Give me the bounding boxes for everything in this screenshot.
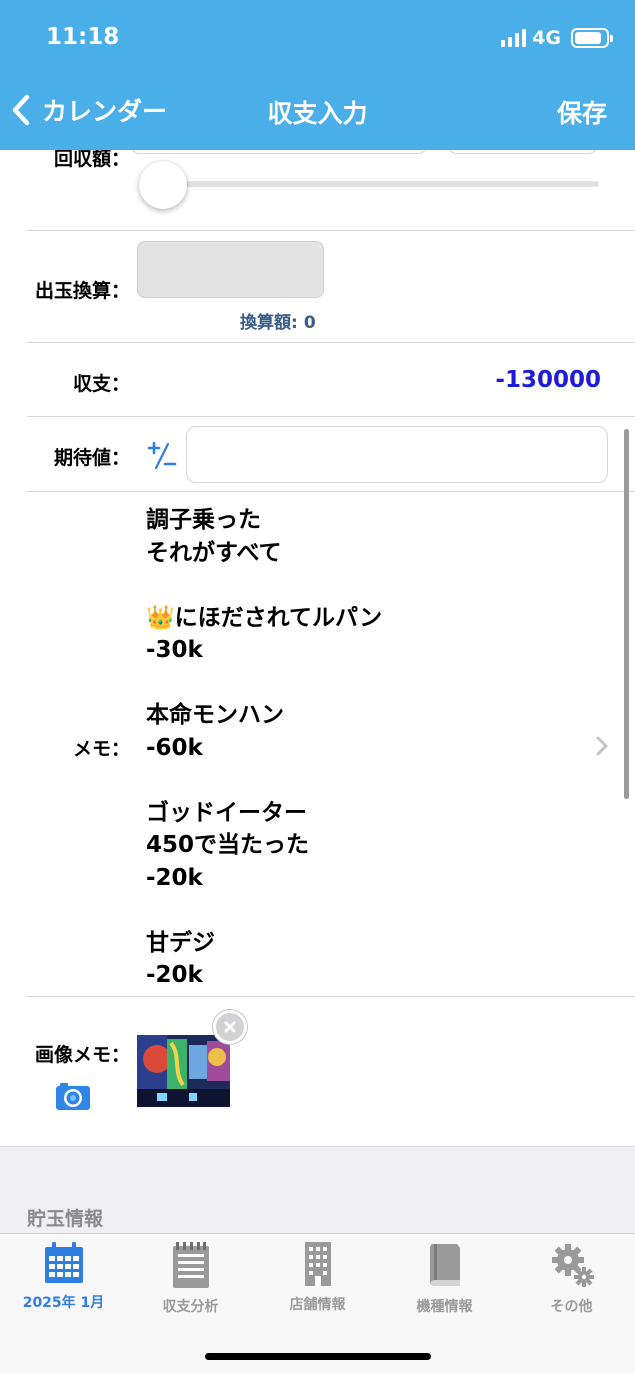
tab-other-label: その他 — [550, 1299, 593, 1315]
recovery-label: 回収額： — [53, 150, 130, 170]
expected-value-input[interactable] — [186, 426, 608, 483]
status-time: 11:18 — [46, 24, 120, 50]
chevron-right-icon[interactable] — [595, 735, 609, 757]
plus-minus-icon[interactable] — [146, 440, 178, 472]
tab-calendar-label: 2025年 1月 — [22, 1295, 105, 1311]
conversion-input[interactable] — [137, 241, 324, 298]
save-button[interactable]: 保存 — [557, 94, 607, 130]
signal-icon — [501, 29, 527, 47]
section-title: 貯玉情報 — [27, 1208, 104, 1230]
tab-stores[interactable]: 店舗情報 — [254, 1242, 381, 1314]
tab-stores-label: 店舗情報 — [289, 1297, 346, 1313]
navigation-header: 11:18 4G カレンダー 収支入力 保存 — [0, 0, 635, 150]
divider — [27, 996, 635, 997]
memo-label: メモ： — [72, 738, 130, 760]
form-scroll-area[interactable]: 回収額： 出玉換算： 換算額: 0 収支： -130000 期待値： メモ： 調子… — [0, 150, 635, 1233]
book-icon — [429, 1244, 460, 1286]
status-indicators: 4G — [501, 26, 613, 50]
network-type: 4G — [532, 27, 561, 49]
divider — [27, 491, 635, 492]
tab-calendar[interactable]: 2025年 1月 — [0, 1242, 127, 1312]
tab-other[interactable]: その他 — [508, 1242, 635, 1316]
home-indicator — [205, 1353, 431, 1360]
image-memo-thumbnail[interactable] — [137, 1035, 230, 1107]
conversion-label: 出玉換算： — [34, 280, 130, 302]
calendar-icon — [44, 1242, 83, 1283]
remove-image-button[interactable] — [213, 1010, 247, 1044]
battery-level — [575, 32, 601, 44]
recovery-slider-track[interactable] — [162, 181, 599, 187]
camera-icon[interactable] — [55, 1081, 91, 1111]
conversion-amount: 換算額: 0 — [240, 308, 316, 333]
notepad-icon — [172, 1242, 209, 1288]
conversion-amount-value: 0 — [303, 313, 316, 333]
close-icon — [224, 1021, 236, 1033]
image-memo-label: 画像メモ： — [34, 1044, 130, 1066]
divider — [27, 416, 635, 417]
balance-label: 収支： — [72, 373, 130, 395]
recovery-slider-thumb[interactable] — [139, 161, 187, 209]
expected-value-label: 期待値： — [53, 447, 130, 469]
page-title: 収支入力 — [267, 99, 368, 128]
tab-machines[interactable]: 機種情報 — [381, 1242, 508, 1316]
scrollbar[interactable] — [624, 429, 629, 799]
tab-machines-label: 機種情報 — [416, 1299, 473, 1315]
building-icon — [304, 1242, 331, 1286]
tab-analysis-label: 収支分析 — [162, 1299, 219, 1315]
divider — [27, 230, 635, 231]
photo-image — [137, 1035, 230, 1107]
recovery-unit-input[interactable] — [447, 150, 598, 154]
gears-icon — [551, 1244, 594, 1287]
recovery-input[interactable] — [130, 150, 428, 154]
conversion-amount-label: 換算額: — [240, 313, 298, 333]
battery-icon — [571, 28, 613, 48]
memo-text[interactable]: 調子乗った それがすべて 👑にほだされてルパン -30k 本命モンハン -60k… — [146, 504, 566, 992]
tab-analysis[interactable]: 収支分析 — [127, 1242, 254, 1316]
balance-value: -130000 — [495, 367, 601, 393]
divider — [27, 342, 635, 343]
